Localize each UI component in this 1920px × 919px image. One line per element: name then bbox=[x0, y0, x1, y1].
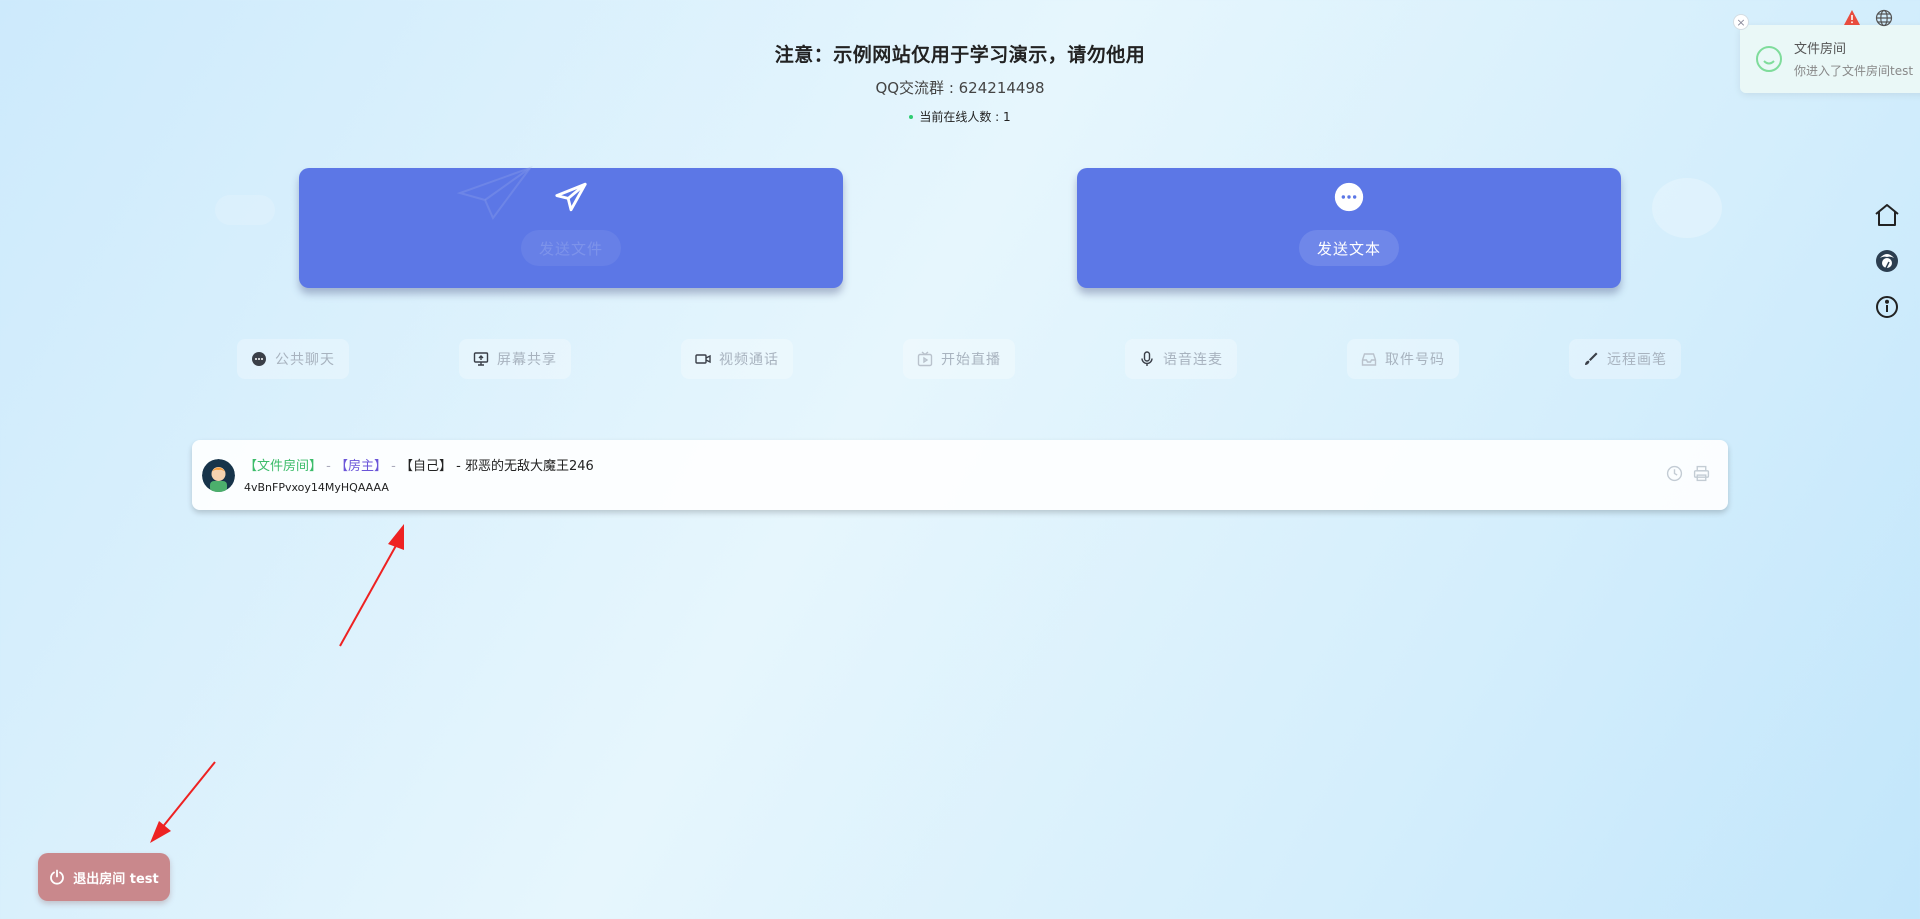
member-info: 【文件房间】 - 【房主】 - 【自己】 - 邪恶的无敌大魔王246 bbox=[244, 455, 594, 474]
separator: - bbox=[451, 459, 465, 474]
send-file-card[interactable]: 发送文件 bbox=[299, 168, 843, 288]
separator: - bbox=[322, 459, 335, 474]
message-bubble-icon bbox=[1334, 182, 1364, 212]
user-profile-icon[interactable] bbox=[1873, 248, 1901, 274]
send-text-button[interactable]: 发送文本 bbox=[1298, 230, 1400, 266]
avatar bbox=[202, 459, 235, 492]
qq-group-text: QQ交流群 : 624214498 bbox=[875, 79, 1045, 97]
notification-toast: 文件房间 你进入了文件房间test bbox=[1740, 25, 1920, 93]
toast-title: 文件房间 bbox=[1794, 42, 1847, 57]
tool-label: 语音连麦 bbox=[1163, 352, 1223, 368]
tool-public-chat[interactable]: 公共聊天 bbox=[237, 339, 349, 379]
printer-icon[interactable] bbox=[1693, 465, 1710, 482]
page-notice: 注意：示例网站仅用于学习演示，请勿他用 bbox=[774, 44, 1146, 66]
annotation-arrow-icon bbox=[150, 761, 216, 843]
power-icon bbox=[50, 869, 65, 885]
tools-bar: 公共聊天 屏幕共享 视频通话 开始直播 语音连麦 取件号码 远程画笔 bbox=[0, 339, 1920, 379]
tool-label: 视频通话 bbox=[719, 352, 779, 368]
tool-voice-link[interactable]: 语音连麦 bbox=[1125, 339, 1237, 379]
exit-room-label: 退出房间 test bbox=[73, 871, 159, 887]
send-text-card[interactable]: 发送文本 bbox=[1077, 168, 1621, 288]
room-member-row[interactable]: 【文件房间】 - 【房主】 - 【自己】 - 邪恶的无敌大魔王246 4vBnF… bbox=[192, 440, 1728, 510]
info-icon[interactable] bbox=[1873, 294, 1901, 320]
tool-label: 开始直播 bbox=[941, 352, 1001, 368]
annotation-arrow-icon bbox=[339, 524, 404, 647]
room-type-tag: 【文件房间】 bbox=[244, 459, 323, 474]
inbox-icon bbox=[1361, 353, 1377, 366]
tool-remote-brush[interactable]: 远程画笔 bbox=[1569, 339, 1681, 379]
row-actions bbox=[1666, 465, 1710, 482]
tool-screen-share[interactable]: 屏幕共享 bbox=[459, 339, 571, 379]
tool-video-call[interactable]: 视频通话 bbox=[681, 339, 793, 379]
background-decoration bbox=[215, 195, 275, 225]
username: 邪恶的无敌大魔王246 bbox=[464, 459, 594, 474]
toast-close-button[interactable]: × bbox=[1733, 14, 1749, 30]
top-right-icons bbox=[1843, 9, 1893, 27]
brush-icon bbox=[1585, 352, 1598, 365]
paper-plane-icon bbox=[555, 182, 587, 212]
microphone-icon bbox=[1141, 351, 1153, 366]
clock-icon[interactable] bbox=[1666, 465, 1683, 482]
self-tag: 【自己】 bbox=[399, 459, 452, 474]
online-count: 当前在线人数 : 1 bbox=[0, 108, 1920, 125]
user-avatar-icon bbox=[202, 459, 235, 492]
paper-plane-watermark-icon bbox=[456, 165, 533, 220]
tool-label: 公共聊天 bbox=[275, 352, 335, 368]
tool-start-live[interactable]: 开始直播 bbox=[903, 339, 1015, 379]
exit-room-button[interactable]: 退出房间 test bbox=[38, 853, 170, 901]
toast-message: 你进入了文件房间test bbox=[1794, 64, 1914, 78]
chat-bubble-icon bbox=[252, 352, 266, 366]
globe-icon[interactable] bbox=[1875, 9, 1893, 27]
tool-label: 远程画笔 bbox=[1607, 352, 1667, 368]
side-nav bbox=[1873, 202, 1901, 320]
tv-live-icon bbox=[917, 351, 933, 367]
warning-icon[interactable] bbox=[1843, 9, 1861, 27]
tool-label: 取件号码 bbox=[1385, 352, 1445, 368]
page-header: 注意：示例网站仅用于学习演示，请勿他用 QQ交流群 : 624214498 当前… bbox=[0, 40, 1920, 125]
tool-label: 屏幕共享 bbox=[497, 352, 557, 368]
send-file-button[interactable]: 发送文件 bbox=[520, 230, 622, 266]
separator: - bbox=[387, 459, 400, 474]
online-count-text: 当前在线人数 : 1 bbox=[919, 110, 1011, 124]
screen-share-icon bbox=[473, 352, 489, 366]
smile-icon bbox=[1756, 46, 1782, 72]
video-camera-icon bbox=[695, 354, 711, 364]
tool-pickup-code[interactable]: 取件号码 bbox=[1347, 339, 1459, 379]
online-dot-icon bbox=[909, 114, 914, 119]
host-tag: 【房主】 bbox=[334, 459, 387, 474]
member-id: 4vBnFPvxoy14MyHQAAAA bbox=[244, 481, 389, 494]
home-icon[interactable] bbox=[1873, 202, 1901, 228]
background-decoration bbox=[1652, 178, 1722, 238]
